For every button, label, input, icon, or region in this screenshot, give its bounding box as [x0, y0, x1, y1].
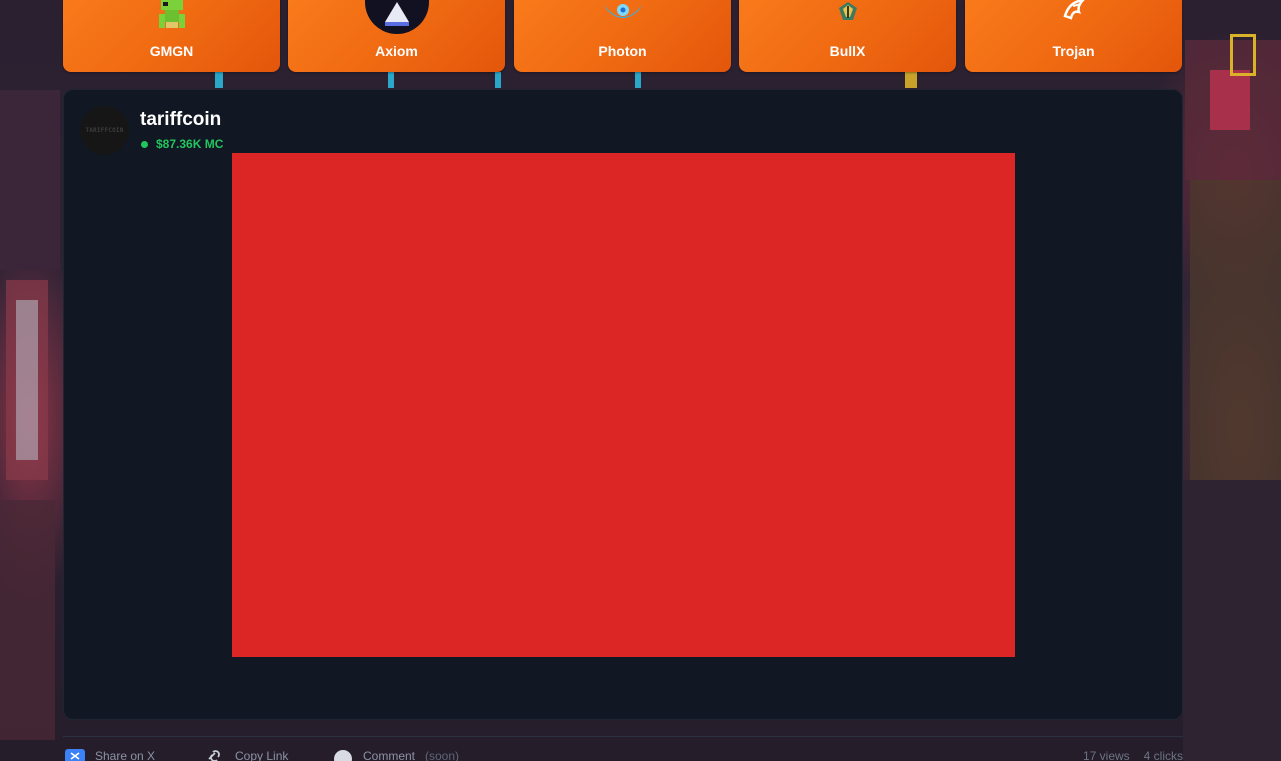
- views-count: 17 views: [1082, 749, 1130, 761]
- axiom-triangle-icon: [364, 0, 429, 34]
- market-cap: $87.36K MC: [141, 137, 223, 151]
- launcher-axiom[interactable]: Axiom: [288, 0, 505, 72]
- launcher-label: Axiom: [375, 43, 418, 59]
- x-share-icon: [65, 749, 85, 761]
- post-card: TARIFFCOIN tariffcoin $87.36K MC: [63, 89, 1183, 720]
- comment-label: Comment: [363, 749, 416, 761]
- share-on-x-button[interactable]: Share on X: [65, 749, 155, 761]
- avatar-logo-text: TARIFFCOIN: [85, 127, 124, 134]
- trading-launchers: GMGN Axiom Photon BullX Trojan: [63, 0, 1183, 72]
- comment-soon-hint: (soon): [425, 749, 460, 761]
- share-label: Share on X: [95, 749, 156, 761]
- post-stats: 17 views 4 clicks: [1083, 749, 1183, 761]
- comment-button[interactable]: Comment (soon): [333, 749, 459, 761]
- trojan-helmet-icon: [1059, 0, 1089, 20]
- frog-icon: [155, 0, 189, 34]
- link-icon: [208, 750, 220, 761]
- comment-icon: [334, 750, 352, 761]
- coin-avatar[interactable]: TARIFFCOIN: [80, 106, 129, 155]
- coin-name[interactable]: tariffcoin: [140, 109, 221, 131]
- post-media-image[interactable]: [232, 153, 1015, 657]
- launcher-gmgn[interactable]: GMGN: [63, 0, 280, 72]
- copy-link-button[interactable]: Copy Link: [205, 749, 288, 761]
- launcher-label: Trojan: [1052, 43, 1095, 59]
- status-dot-icon: [141, 140, 148, 148]
- launcher-label: BullX: [829, 43, 866, 59]
- launcher-label: Photon: [598, 43, 647, 59]
- photon-gear-icon: [599, 0, 647, 24]
- launcher-bullx[interactable]: BullX: [739, 0, 956, 72]
- post-actions: Share on X Copy Link Comment (soon) 17 v…: [63, 749, 1183, 761]
- bullx-bull-icon: [835, 0, 861, 24]
- launcher-trojan[interactable]: Trojan: [965, 0, 1182, 72]
- footer-divider: [63, 736, 1183, 737]
- market-cap-value: $87.36K MC: [156, 137, 224, 151]
- launcher-label: GMGN: [149, 43, 194, 59]
- copy-link-label: Copy Link: [235, 749, 289, 761]
- launcher-photon[interactable]: Photon: [514, 0, 731, 72]
- clicks-count: 4 clicks: [1143, 749, 1183, 761]
